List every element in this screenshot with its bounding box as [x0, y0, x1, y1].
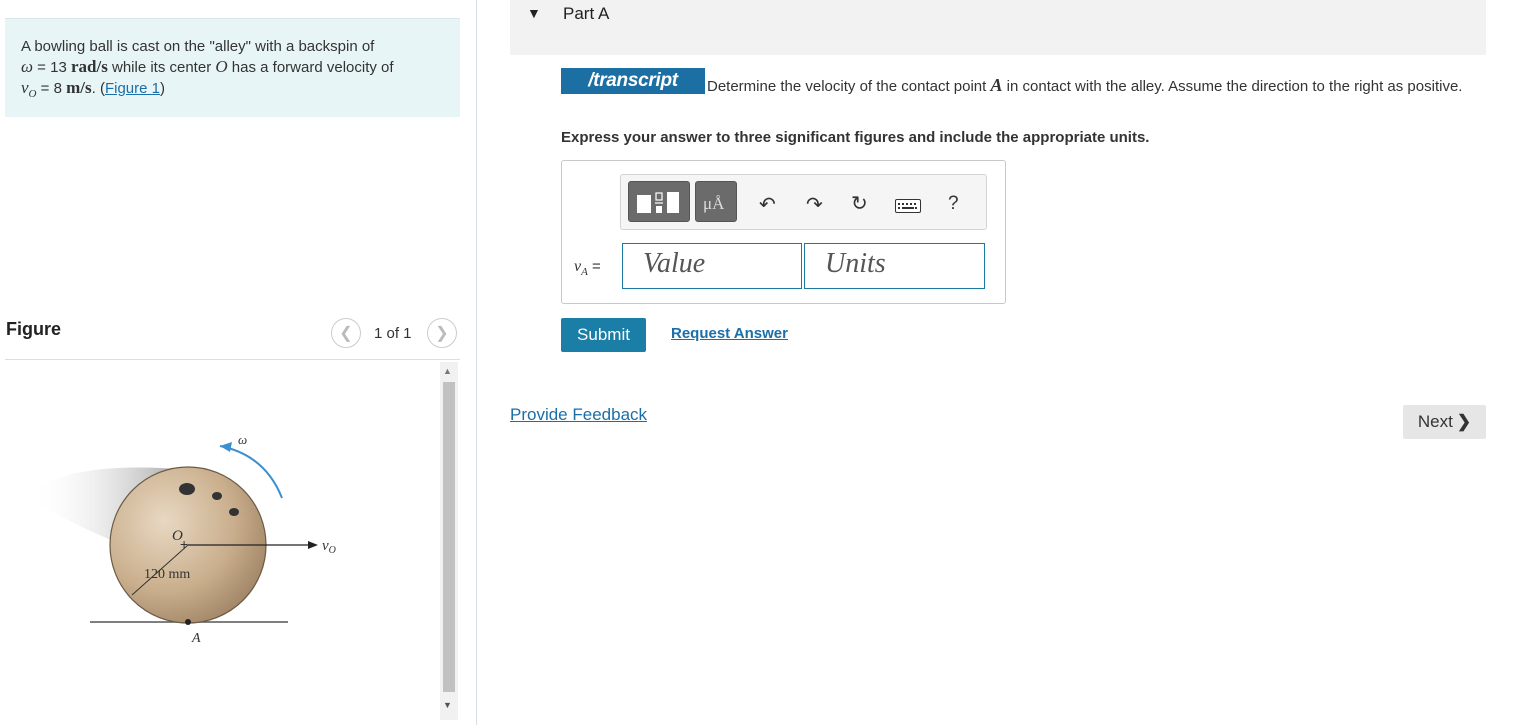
- velocity-arrowhead: [308, 541, 318, 549]
- templates-button[interactable]: [628, 181, 690, 222]
- chevron-left-icon: ❮: [339, 325, 353, 342]
- figure-next-button[interactable]: ❯: [427, 318, 457, 348]
- finger-hole: [229, 508, 239, 516]
- keyboard-keys: [898, 203, 917, 209]
- value-input[interactable]: Value: [622, 243, 802, 289]
- figure-1-link[interactable]: Figure 1: [105, 80, 160, 97]
- contact-point: [185, 619, 191, 625]
- problem-statement-box: A bowling ball is cast on the "alley" wi…: [5, 18, 460, 117]
- templates-icon: [637, 192, 679, 213]
- figure-prev-button[interactable]: ❮: [331, 318, 361, 348]
- center-plus-icon: +: [180, 536, 188, 552]
- help-button[interactable]: ?: [948, 193, 959, 215]
- spin-arrowhead: [220, 442, 232, 452]
- answer-instructions: Express your answer to three significant…: [561, 129, 1150, 146]
- omega-label: ω: [238, 432, 247, 447]
- figure-title: Figure: [6, 319, 62, 339]
- omega-symbol: ω: [21, 57, 34, 76]
- units-label: μÅ: [703, 194, 725, 213]
- next-label: Next: [1417, 412, 1453, 431]
- reset-icon[interactable]: ↻: [851, 191, 868, 216]
- finger-hole: [179, 483, 195, 495]
- finger-hole: [212, 492, 222, 500]
- provide-feedback-link[interactable]: Provide Feedback: [510, 405, 647, 425]
- figure-divider: [5, 359, 460, 360]
- part-title[interactable]: Part A: [563, 4, 609, 24]
- vo-label: vO: [322, 538, 336, 556]
- submit-button[interactable]: Submit: [561, 318, 646, 352]
- caret-down-icon[interactable]: ▼: [527, 5, 541, 21]
- figure-counter: 1 of 1: [374, 325, 412, 342]
- answer-variable-label: vA =: [574, 258, 601, 278]
- scroll-down-arrow-icon[interactable]: ▼: [443, 700, 452, 710]
- radius-dimension: 120 mm: [144, 567, 190, 582]
- undo-icon[interactable]: ↶: [759, 192, 776, 217]
- chevron-right-icon: ❯: [1456, 412, 1472, 431]
- chevron-right-icon: ❯: [435, 325, 449, 342]
- point-a-label: A: [191, 631, 201, 646]
- units-input[interactable]: Units: [804, 243, 985, 289]
- units-button[interactable]: μÅ: [695, 181, 737, 222]
- next-button[interactable]: Next ❯: [1403, 405, 1486, 439]
- scroll-up-arrow-icon[interactable]: ▲: [443, 366, 452, 376]
- part-header[interactable]: [510, 0, 1486, 55]
- bowling-ball-figure: ω vO O + 120 mm A: [30, 432, 336, 646]
- redo-icon[interactable]: ↷: [806, 192, 823, 217]
- transcript-badge[interactable]: /transcript: [561, 68, 705, 94]
- panel-divider: [476, 0, 477, 725]
- figure-scrollbar-thumb[interactable]: [443, 382, 455, 692]
- problem-text: A bowling ball is cast on the "alley" wi…: [21, 38, 394, 100]
- request-answer-link[interactable]: Request Answer: [671, 325, 788, 342]
- keyboard-icon[interactable]: [895, 199, 921, 213]
